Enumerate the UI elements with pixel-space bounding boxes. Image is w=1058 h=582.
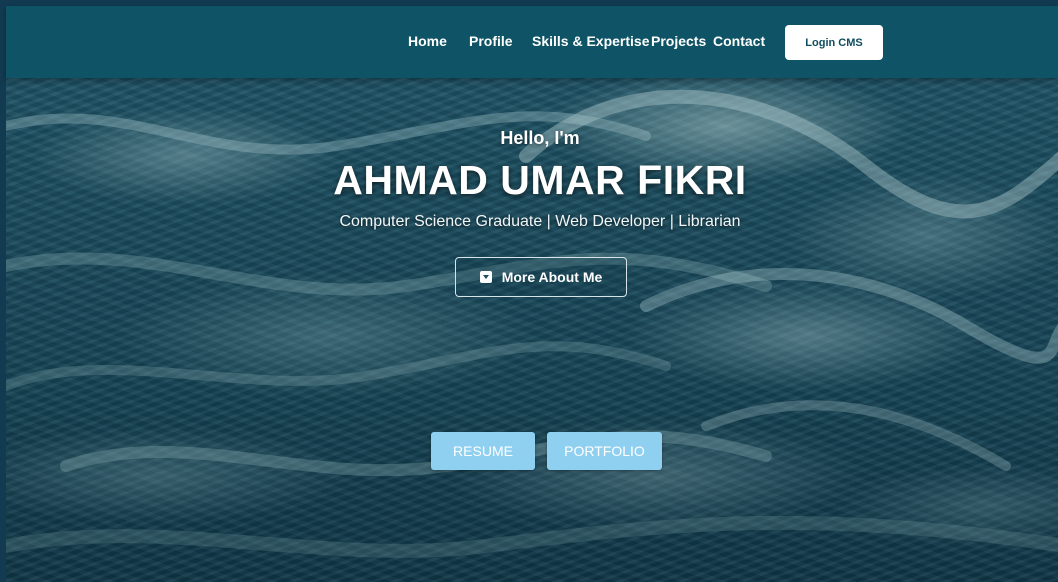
top-navbar: Home Profile Skills & Expertise Projects… bbox=[6, 6, 1058, 78]
caret-square-down-icon bbox=[479, 271, 492, 283]
nav-home-link[interactable]: Home bbox=[408, 33, 447, 49]
nav-profile-link[interactable]: Profile bbox=[469, 33, 513, 49]
login-cms-button[interactable]: Login CMS bbox=[785, 25, 883, 60]
resume-button[interactable]: RESUME bbox=[431, 432, 535, 470]
nav-projects-link[interactable]: Projects bbox=[651, 33, 706, 49]
more-about-me-button[interactable]: More About Me bbox=[455, 257, 627, 297]
nav-contact-link[interactable]: Contact bbox=[713, 33, 765, 49]
portfolio-button[interactable]: PORTFOLIO bbox=[547, 432, 662, 470]
more-about-me-label: More About Me bbox=[501, 269, 603, 285]
nav-skills-link[interactable]: Skills & Expertise bbox=[532, 33, 650, 49]
hero-subtitle: Computer Science Graduate | Web Develope… bbox=[339, 213, 741, 230]
hero-name: AHMAD UMAR FIKRI bbox=[333, 157, 747, 203]
hero-greeting: Hello, I'm bbox=[500, 128, 580, 148]
